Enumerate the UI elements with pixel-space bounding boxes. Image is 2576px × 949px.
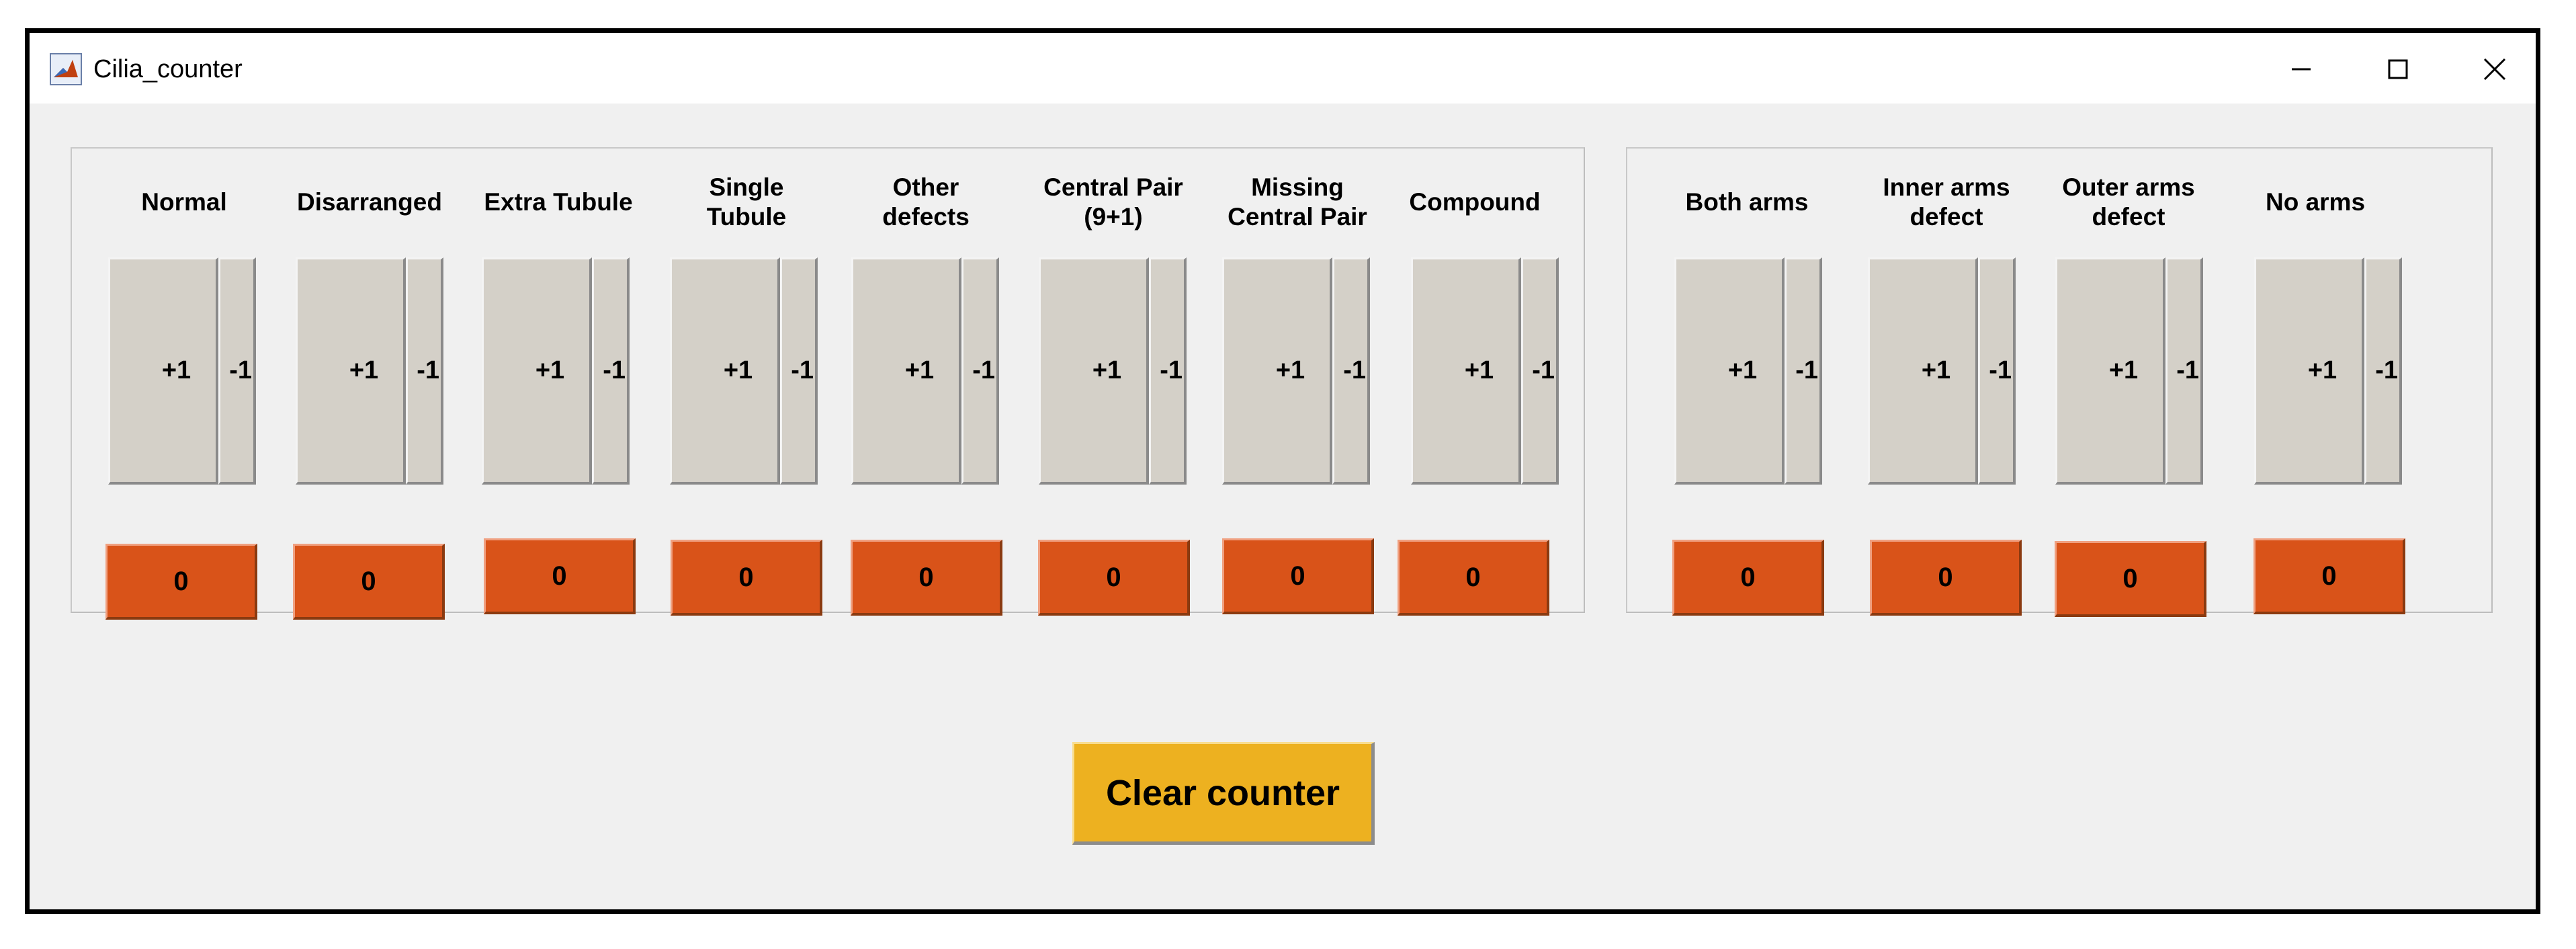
close-icon (2483, 58, 2506, 81)
app-window: Cilia_counter Normal +1 -1 0 Disarranged… (25, 28, 2540, 914)
counter-label: Both arms (1685, 188, 1809, 216)
decrement-button[interactable]: -1 (1521, 257, 1559, 485)
count-display: 0 (1038, 540, 1190, 616)
decrement-button[interactable]: -1 (2165, 257, 2203, 485)
counter-label: Inner arms defect (1883, 173, 2010, 231)
count-display: 0 (671, 540, 822, 616)
count-display: 0 (851, 540, 1002, 616)
increment-button[interactable]: +1 (1222, 257, 1332, 485)
count-display: 0 (1672, 540, 1824, 616)
increment-button[interactable]: +1 (1868, 257, 1978, 485)
close-button[interactable] (2471, 45, 2519, 93)
count-display: 0 (1398, 540, 1549, 616)
minimize-button[interactable] (2277, 45, 2325, 93)
count-display: 0 (105, 544, 257, 620)
increment-button[interactable]: +1 (1411, 257, 1521, 485)
increment-button[interactable]: +1 (1039, 257, 1149, 485)
count-display: 0 (2055, 541, 2206, 617)
counter-label: Disarranged (297, 188, 442, 216)
count-display: 0 (2253, 538, 2405, 614)
counter-label: No arms (2265, 188, 2366, 216)
increment-button[interactable]: +1 (108, 257, 218, 485)
counter-label: Other defects (882, 173, 970, 231)
decrement-button[interactable]: -1 (1149, 257, 1187, 485)
counter-label: Compound (1409, 188, 1541, 216)
increment-button[interactable]: +1 (2254, 257, 2364, 485)
increment-button[interactable]: +1 (670, 257, 780, 485)
maximize-icon (2388, 59, 2408, 79)
increment-button[interactable]: +1 (296, 257, 406, 485)
decrement-button[interactable]: -1 (406, 257, 443, 485)
decrement-button[interactable]: -1 (1978, 257, 2016, 485)
decrement-button[interactable]: -1 (218, 257, 256, 485)
decrement-button[interactable]: -1 (1332, 257, 1370, 485)
counter-label: Normal (141, 188, 227, 216)
counter-label: Central Pair (9+1) (1043, 173, 1183, 231)
count-display: 0 (1870, 540, 2022, 616)
minimize-icon (2292, 68, 2311, 71)
decrement-button[interactable]: -1 (780, 257, 818, 485)
decrement-button[interactable]: -1 (2364, 257, 2402, 485)
increment-button[interactable]: +1 (2055, 257, 2165, 485)
arms-panel: Both arms +1 -1 0 Inner arms defect +1 -… (1626, 147, 2493, 617)
decrement-button[interactable]: -1 (592, 257, 630, 485)
decrement-button[interactable]: -1 (1785, 257, 1822, 485)
count-display: 0 (293, 544, 445, 620)
matlab-icon (50, 53, 82, 85)
title-bar: Cilia_counter (30, 33, 2536, 104)
window-title: Cilia_counter (93, 55, 243, 83)
counter-label: Single Tubule (706, 173, 787, 231)
counter-label: Outer arms defect (2062, 173, 2195, 231)
increment-button[interactable]: +1 (1674, 257, 1785, 485)
counter-label: Extra Tubule (484, 188, 633, 216)
increment-button[interactable]: +1 (851, 257, 961, 485)
decrement-button[interactable]: -1 (961, 257, 999, 485)
counter-label: Missing Central Pair (1228, 173, 1367, 231)
count-display: 0 (484, 538, 636, 614)
increment-button[interactable]: +1 (482, 257, 592, 485)
defects-panel: Normal +1 -1 0 Disarranged +1 -1 0 Extra… (71, 147, 1585, 620)
clear-counter-button[interactable]: Clear counter (1072, 742, 1375, 845)
maximize-button[interactable] (2374, 45, 2422, 93)
count-display: 0 (1222, 538, 1374, 614)
